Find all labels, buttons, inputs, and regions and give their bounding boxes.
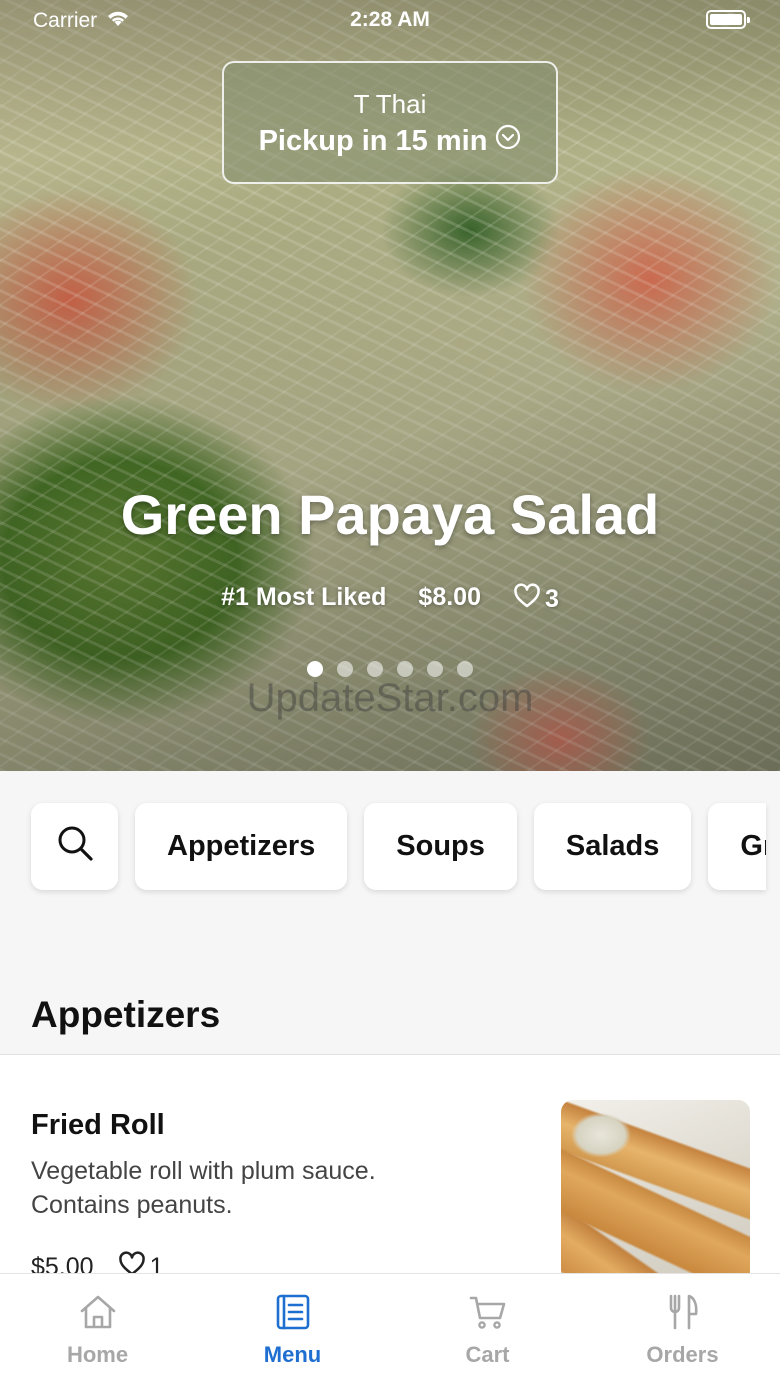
search-icon	[55, 823, 95, 871]
featured-price: $8.00	[418, 583, 481, 611]
item-description: Vegetable roll with plum sauce. Contains…	[31, 1157, 376, 1219]
featured-likes[interactable]: 3	[513, 583, 559, 616]
category-chip-salads[interactable]: Salads	[533, 803, 692, 890]
carousel-pagination[interactable]	[0, 661, 780, 677]
menu-icon	[273, 1292, 313, 1332]
tab-label: Cart	[465, 1342, 510, 1367]
menu-list[interactable]: Fried Roll Vegetable roll with plum sauc…	[0, 1055, 780, 1273]
hero-banner[interactable]: Carrier 2:28 AM T Thai Pickup in 15 min …	[0, 0, 780, 771]
item-photo	[561, 1100, 750, 1273]
tab-cart[interactable]: Cart	[390, 1274, 585, 1387]
status-time: 2:28 AM	[350, 8, 430, 31]
home-icon	[78, 1292, 118, 1332]
item-likes-count: 1	[149, 1253, 164, 1273]
category-chip-appetizers[interactable]: Appetizers	[135, 803, 348, 890]
tab-home[interactable]: Home	[0, 1274, 195, 1387]
carousel-dot[interactable]	[427, 661, 443, 677]
tab-bar: Home Menu Cart Orders	[0, 1273, 780, 1387]
category-chip-more[interactable]: Gr	[708, 803, 767, 890]
heart-icon	[118, 1251, 146, 1273]
tab-menu[interactable]: Menu	[195, 1274, 390, 1387]
tab-label: Home	[66, 1342, 129, 1367]
featured-dish-title: Green Papaya Salad	[120, 483, 660, 546]
carousel-dot[interactable]	[397, 661, 413, 677]
featured-dish-meta: #1 Most Liked $8.00 3	[0, 583, 780, 616]
item-name: Fried Roll	[31, 1109, 165, 1141]
category-chip-soups[interactable]: Soups	[364, 803, 517, 890]
tab-orders[interactable]: Orders	[585, 1274, 780, 1387]
tab-label: Orders	[646, 1342, 719, 1367]
pickup-selector[interactable]: T Thai Pickup in 15 min	[222, 61, 558, 184]
watermark: UpdateStar.com	[246, 676, 534, 720]
search-button[interactable]	[31, 803, 118, 890]
store-name: T Thai	[353, 89, 427, 119]
item-price: $5.00	[31, 1253, 94, 1273]
chevron-down-circle-icon	[495, 124, 521, 158]
carousel-dot[interactable]	[307, 661, 323, 677]
item-likes[interactable]: 1	[118, 1251, 164, 1273]
tab-label: Menu	[263, 1342, 322, 1367]
carousel-dot[interactable]	[337, 661, 353, 677]
carousel-dot[interactable]	[367, 661, 383, 677]
featured-likes-count: 3	[544, 585, 559, 613]
section-title: Appetizers	[31, 994, 221, 1035]
carousel-dot[interactable]	[457, 661, 473, 677]
most-liked-badge: #1 Most Liked	[221, 583, 387, 611]
orders-icon	[663, 1292, 703, 1332]
category-bar[interactable]: Appetizers Soups Salads Gr	[31, 803, 767, 890]
pickup-eta: Pickup in 15 min	[258, 124, 488, 157]
status-bar: Carrier 2:28 AM	[0, 0, 780, 40]
cart-icon	[468, 1292, 508, 1332]
heart-icon	[513, 583, 541, 616]
battery-icon	[706, 10, 750, 29]
